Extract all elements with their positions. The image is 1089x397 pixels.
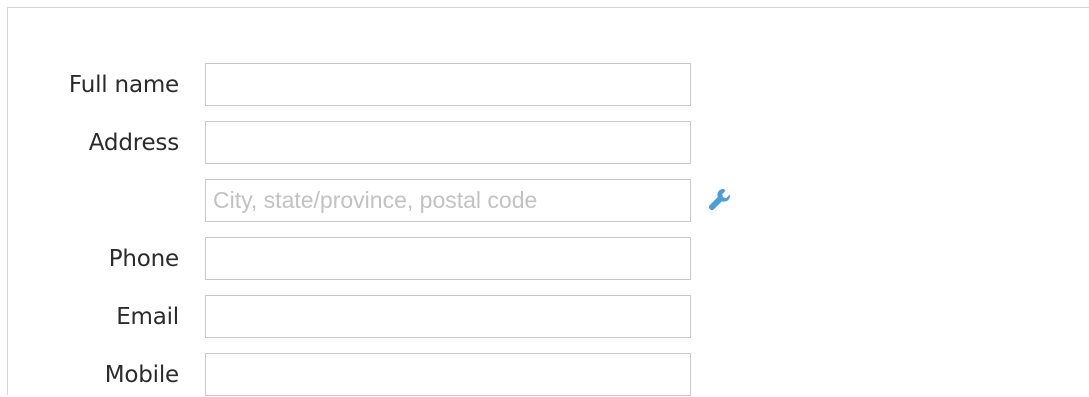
email-label: Email bbox=[116, 304, 179, 330]
city-state-postal-input[interactable] bbox=[205, 179, 691, 222]
wrench-icon[interactable] bbox=[705, 186, 733, 214]
full-name-row: Full name bbox=[8, 63, 908, 107]
address-line2-row bbox=[8, 179, 908, 223]
address-label: Address bbox=[88, 130, 179, 156]
phone-label: Phone bbox=[108, 246, 179, 272]
address-row: Address bbox=[8, 121, 908, 165]
phone-row: Phone bbox=[8, 237, 908, 281]
full-name-input[interactable] bbox=[205, 63, 691, 106]
email-input[interactable] bbox=[205, 295, 691, 338]
address-input[interactable] bbox=[205, 121, 691, 164]
phone-input[interactable] bbox=[205, 237, 691, 280]
mobile-row: Mobile bbox=[8, 353, 908, 397]
mobile-input[interactable] bbox=[205, 353, 691, 396]
form-panel: Full name Address Phone Email Mobile bbox=[7, 7, 1089, 397]
full-name-label: Full name bbox=[68, 72, 179, 98]
mobile-label: Mobile bbox=[104, 362, 179, 388]
email-row: Email bbox=[8, 295, 908, 339]
